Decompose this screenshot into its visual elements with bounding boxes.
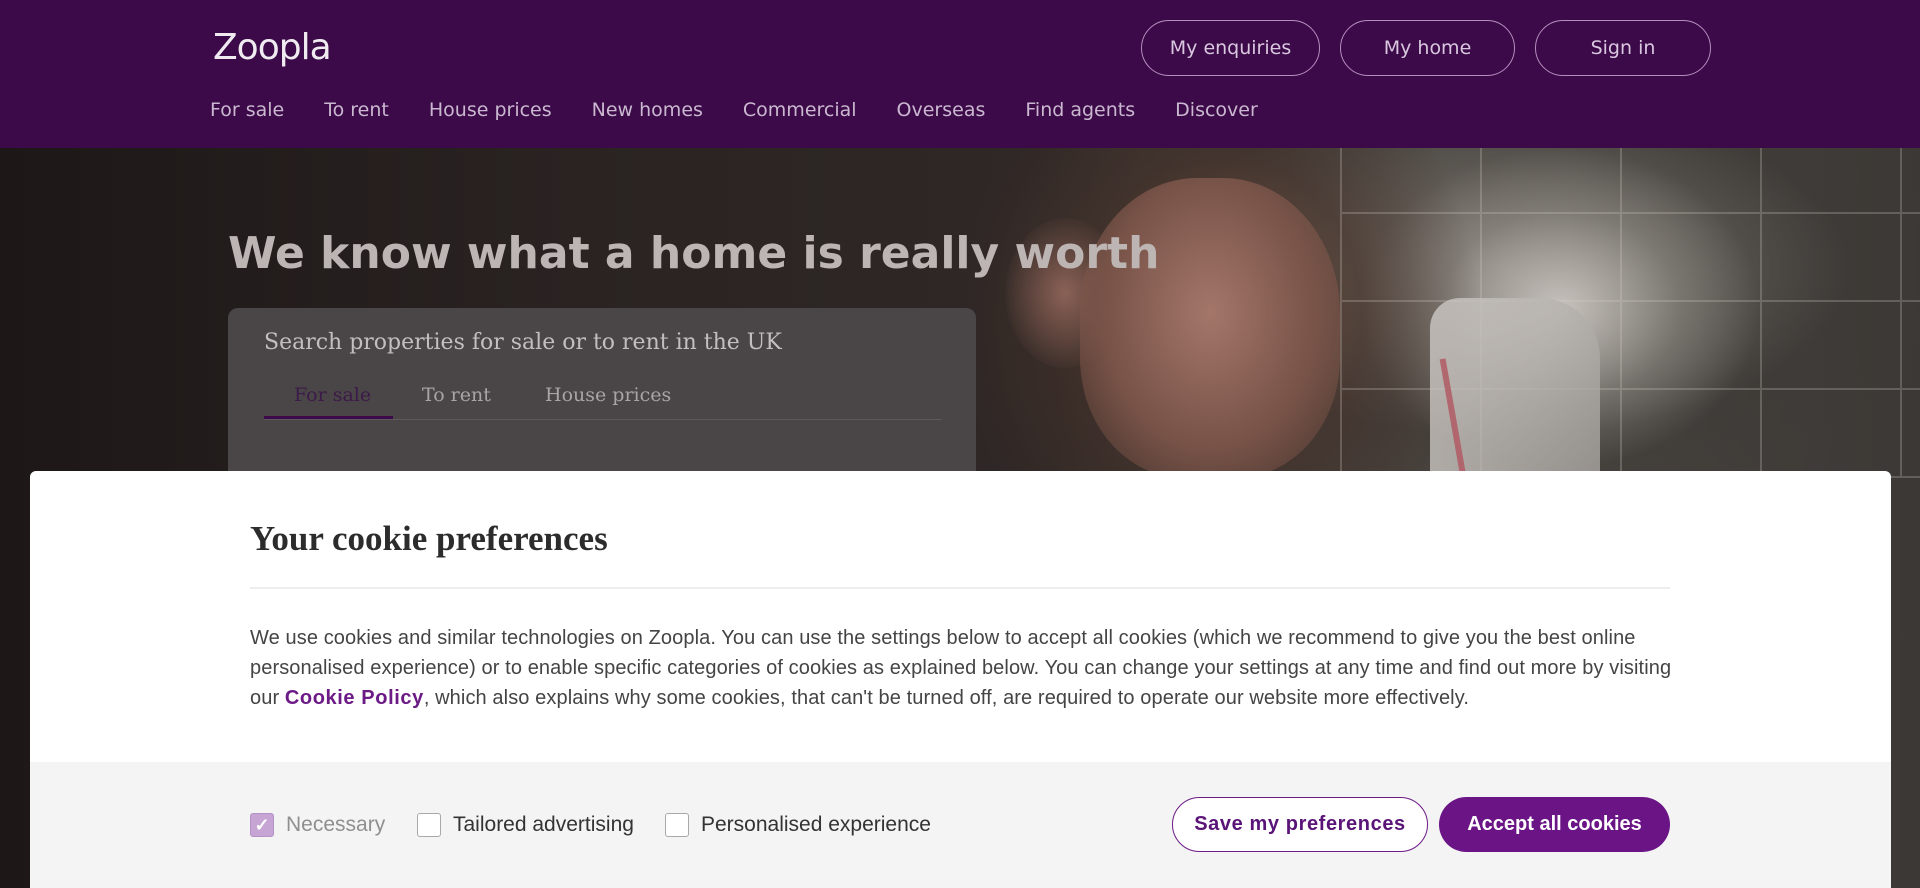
option-personalised-experience[interactable]: Personalised experience — [665, 813, 931, 837]
cookie-title: Your cookie preferences — [250, 519, 608, 558]
my-enquiries-button[interactable]: My enquiries — [1141, 20, 1320, 76]
cookie-text-part-2: , which also explains why some cookies, … — [423, 687, 1469, 709]
option-necessary: ✓ Necessary — [250, 813, 385, 837]
necessary-checkbox: ✓ — [250, 813, 274, 837]
zoopla-logo[interactable]: Zoopla — [213, 27, 332, 68]
tailored-advertising-checkbox[interactable] — [417, 813, 441, 837]
tab-to-rent[interactable]: To rent — [422, 384, 491, 406]
site-header: Zoopla My enquiries My home Sign in For … — [0, 0, 1920, 148]
sign-in-button[interactable]: Sign in — [1535, 20, 1711, 76]
personalised-experience-checkbox[interactable] — [665, 813, 689, 837]
save-preferences-button[interactable]: Save my preferences — [1172, 797, 1428, 852]
tab-for-sale[interactable]: For sale — [294, 384, 371, 406]
search-heading: Search properties for sale or to rent in… — [264, 330, 782, 355]
cookie-description: We use cookies and similar technologies … — [250, 623, 1690, 713]
hero-photo-towel — [1430, 298, 1600, 488]
my-home-button[interactable]: My home — [1340, 20, 1515, 76]
tailored-advertising-label[interactable]: Tailored advertising — [453, 813, 634, 837]
nav-find-agents[interactable]: Find agents — [1025, 99, 1135, 121]
main-nav: For sale To rent House prices New homes … — [210, 99, 1298, 121]
cookie-banner: Your cookie preferences We use cookies a… — [30, 471, 1891, 888]
necessary-label: Necessary — [286, 813, 386, 836]
search-tabs: For sale To rent House prices — [264, 384, 942, 420]
tab-house-prices[interactable]: House prices — [545, 384, 671, 406]
nav-for-sale[interactable]: For sale — [210, 99, 284, 121]
nav-discover[interactable]: Discover — [1175, 99, 1258, 121]
hero-title: We know what a home is really worth — [228, 228, 1160, 279]
option-tailored-advertising[interactable]: Tailored advertising — [417, 813, 634, 837]
accept-all-cookies-button[interactable]: Accept all cookies — [1439, 797, 1670, 852]
cookie-divider — [250, 587, 1670, 589]
hero-photo-person — [1080, 178, 1340, 478]
nav-house-prices[interactable]: House prices — [429, 99, 552, 121]
nav-commercial[interactable]: Commercial — [743, 99, 857, 121]
personalised-experience-label[interactable]: Personalised experience — [701, 813, 931, 837]
nav-to-rent[interactable]: To rent — [324, 99, 389, 121]
cookie-policy-link[interactable]: Cookie Policy — [285, 687, 424, 709]
nav-new-homes[interactable]: New homes — [592, 99, 703, 121]
nav-overseas[interactable]: Overseas — [897, 99, 986, 121]
hero-background-tiles — [1340, 148, 1920, 478]
cookie-options-bar: ✓ Necessary Tailored advertising Persona… — [30, 762, 1891, 888]
active-tab-indicator — [264, 416, 393, 419]
